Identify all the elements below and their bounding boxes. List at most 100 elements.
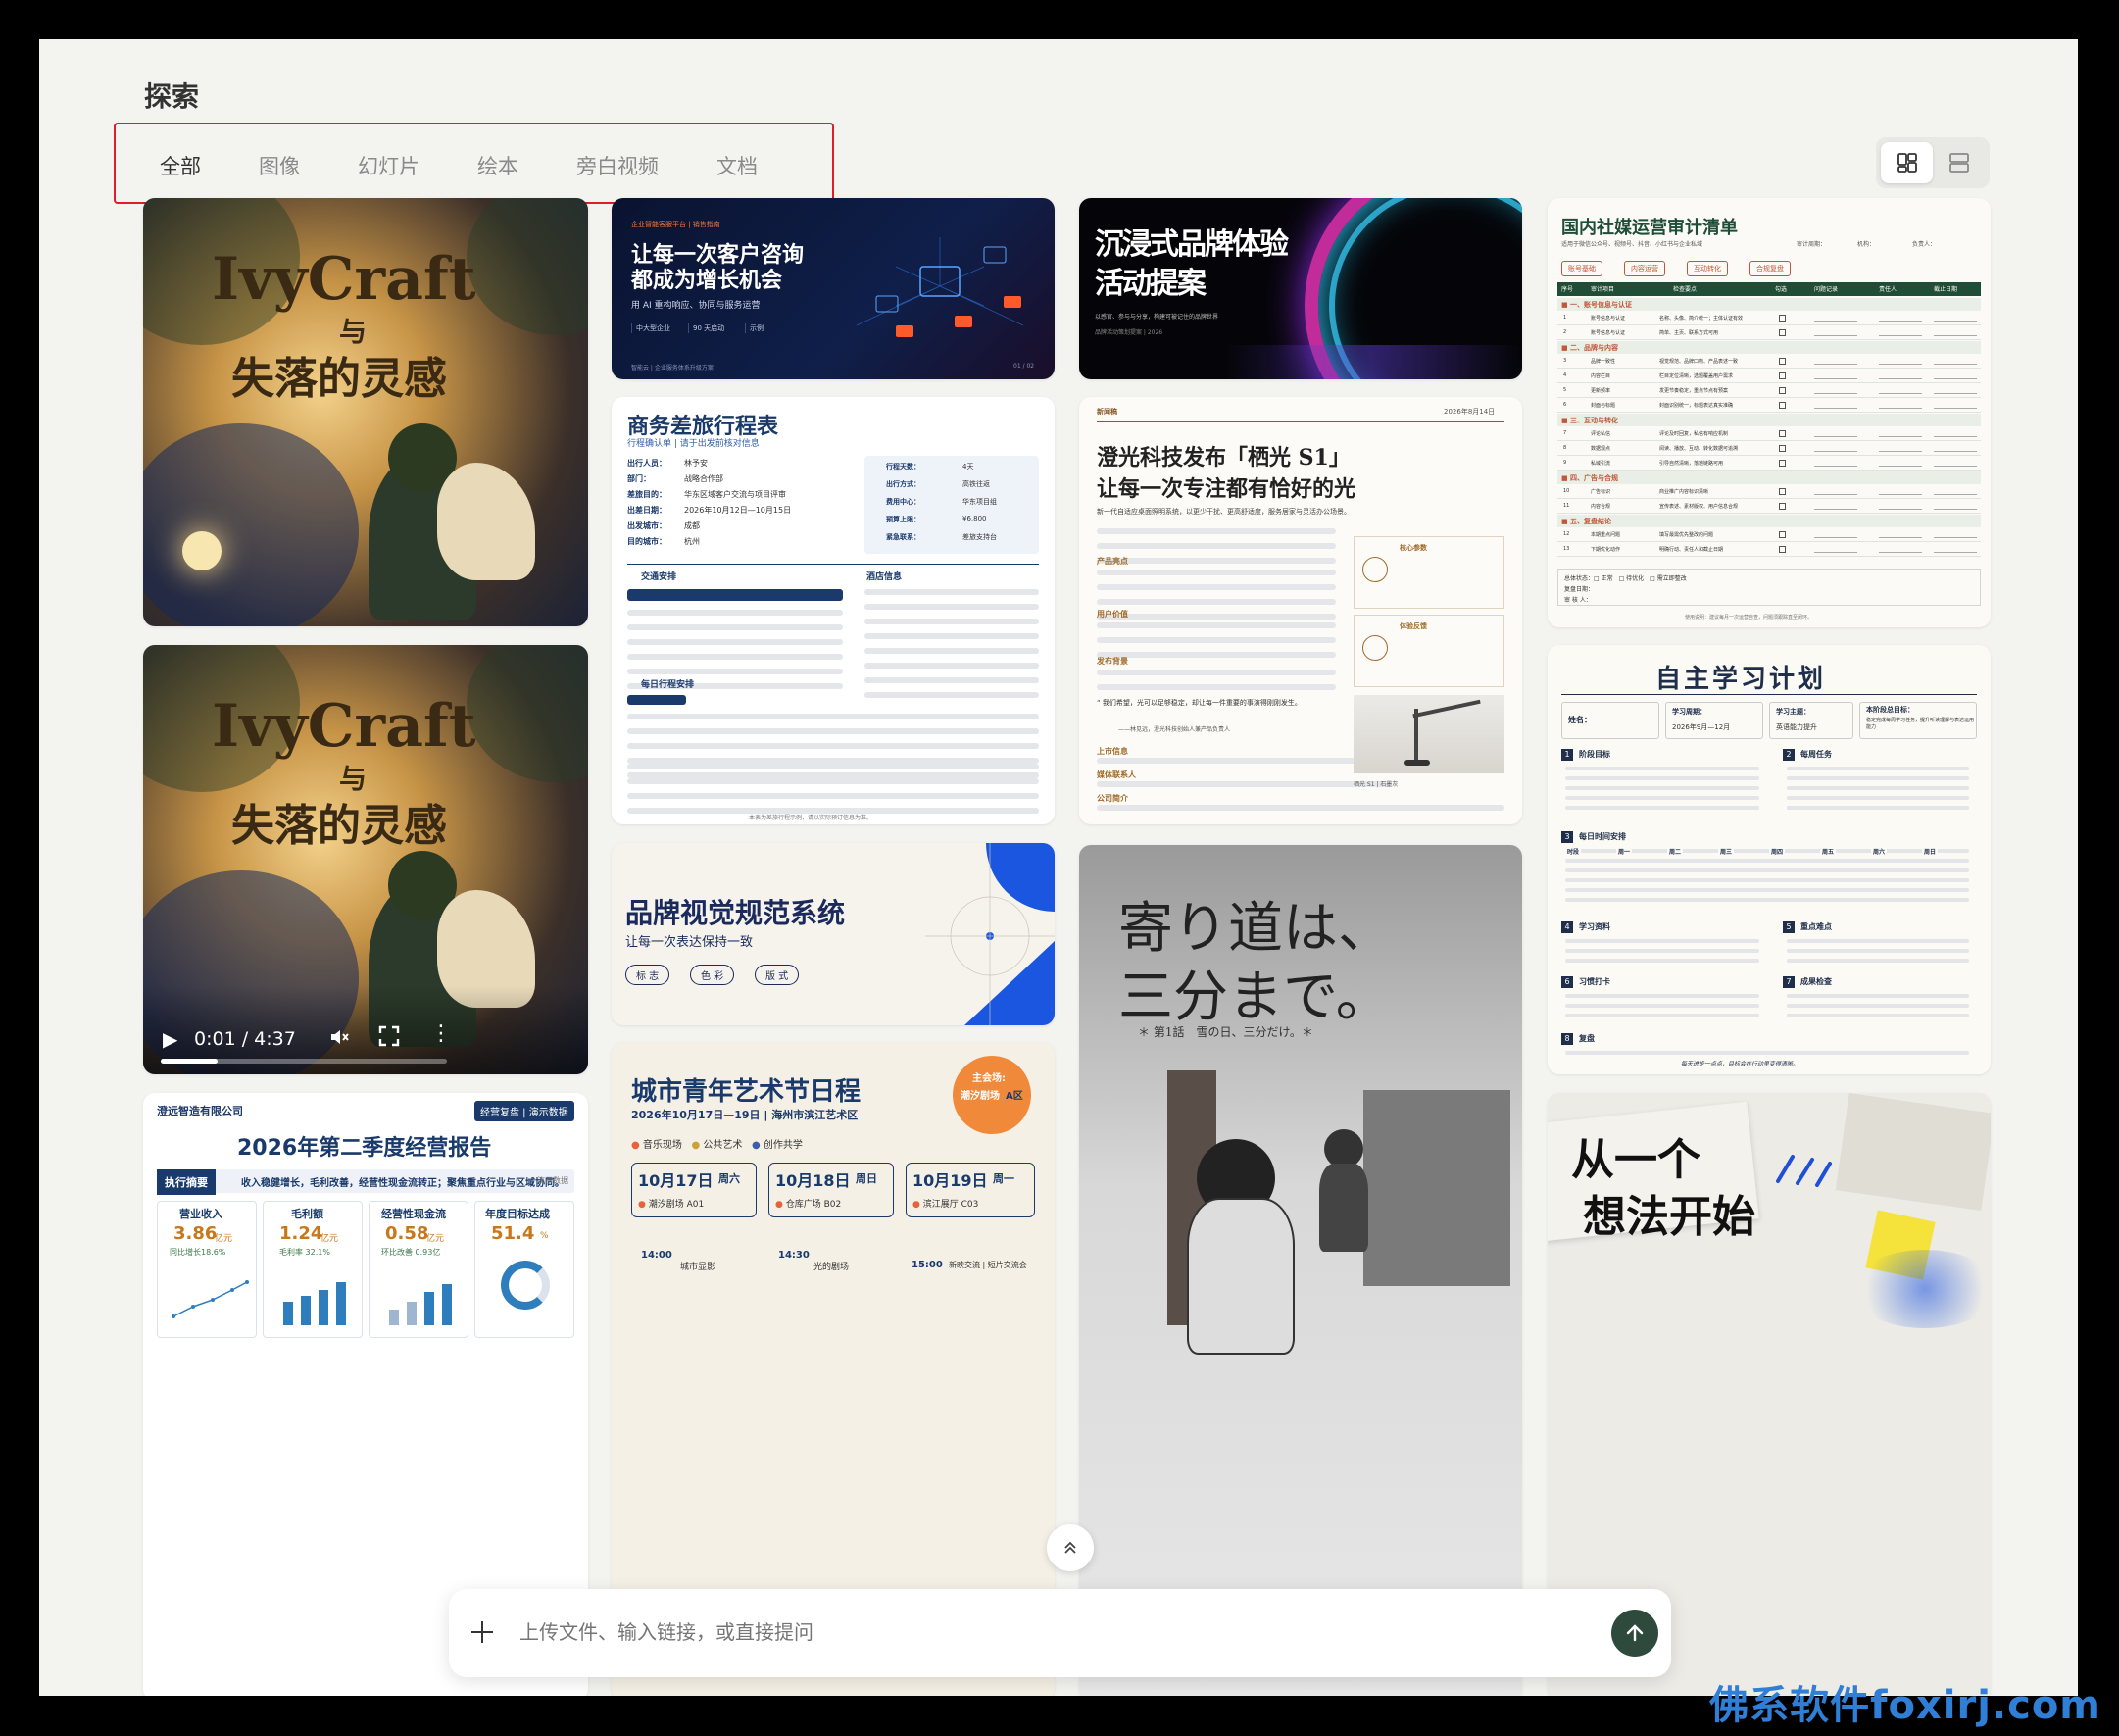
- kpi-value: 3.86: [173, 1223, 218, 1244]
- card-business-trip-itinerary[interactable]: 商务差旅行程表 行程确认单 | 请于出发前核对信息 出行人员： 林予安 部门： …: [612, 397, 1055, 824]
- kpi-line-chart: [172, 1280, 249, 1318]
- card-immersive-brand-event[interactable]: 沉浸式品牌体验 活动提案 以感官、参与与分享，构建可被记住的品牌世界 品牌活动策…: [1079, 198, 1522, 379]
- side-value: 华东项目组: [962, 498, 997, 506]
- audit-checkbox[interactable]: [1779, 460, 1786, 467]
- section-hotel: 酒店信息: [866, 572, 903, 582]
- fullscreen-icon[interactable]: [378, 1025, 400, 1051]
- audit-checkbox[interactable]: [1779, 488, 1786, 495]
- audit-cell: 11: [1563, 503, 1570, 509]
- audit-checkbox[interactable]: [1779, 315, 1786, 322]
- badge-text: 潮汐剧场: [961, 1091, 1000, 1102]
- audit-checkbox[interactable]: [1779, 329, 1786, 336]
- field-key: 目的城市：: [627, 537, 666, 546]
- audit-blank-line: [1879, 451, 1922, 452]
- news-body: [1097, 781, 1391, 796]
- plus-icon[interactable]: [468, 1618, 496, 1650]
- tab-picture-book[interactable]: 绘本: [477, 145, 518, 188]
- audit-cell: 4: [1563, 372, 1567, 378]
- study-section: 4 学习资料: [1561, 921, 1767, 967]
- audit-checkbox[interactable]: [1779, 372, 1786, 379]
- study-line: [1787, 959, 1969, 963]
- card-brand-vi-system[interactable]: 品牌视觉规范系统 让每一次表达保持一致 标 志 色 彩 版 式: [612, 843, 1055, 1025]
- audit-cell: 评论及时回复，私信有响应机制: [1659, 431, 1729, 437]
- study-section-title: 重点难点: [1800, 922, 1832, 931]
- audit-chip: 内容运营: [1624, 261, 1665, 276]
- feedback-box-title: 体验反馈: [1400, 622, 1427, 630]
- study-section-title: 成果检查: [1800, 977, 1832, 986]
- video-time: 0:01 / 4:37: [194, 1028, 296, 1050]
- audit-checkbox[interactable]: [1779, 531, 1786, 538]
- side-value: 差旅支持台: [962, 533, 997, 541]
- audit-group-header: ■ 二、品牌与内容: [1557, 341, 1981, 354]
- kpi-unit: 亿元: [426, 1234, 445, 1244]
- tab-image[interactable]: 图像: [259, 145, 300, 188]
- card-study-plan[interactable]: 自主学习计划 姓名： 学习周期： 2026年9月—12月 学习主题： 英语能力提升 …: [1548, 645, 1991, 1074]
- venue-badge: 主会场: 潮汐剧场 A区: [953, 1056, 1031, 1134]
- list-layout-icon[interactable]: [1933, 142, 1985, 183]
- audit-blank-line: [1814, 494, 1857, 495]
- study-section-title: 每日时间安排: [1579, 832, 1626, 841]
- audit-chip: 账号基础: [1561, 261, 1602, 276]
- masonry-grid-icon[interactable]: [1881, 142, 1933, 183]
- tab-all[interactable]: 全部: [160, 145, 201, 188]
- day-column: 10月19日 周一 ● 滨江展厅 C03: [906, 1163, 1035, 1217]
- kpi-label: 营业收入: [179, 1208, 222, 1220]
- card-press-release[interactable]: 新闻稿 2026年8月14日 澄光科技发布「栖光 S1」 让每一次专注都有恰好的…: [1079, 397, 1522, 824]
- slide-stat: 中大型企业: [631, 323, 670, 333]
- prompt-input[interactable]: [519, 1612, 1558, 1652]
- news-section: 上市信息: [1097, 747, 1128, 756]
- vi-chip: 色 彩: [690, 965, 735, 985]
- play-icon[interactable]: ▶: [163, 1027, 177, 1051]
- audit-cell: 2: [1563, 329, 1567, 335]
- news-quote: “ 我们希望，光可以足够稳定，却让每一件重要的事演得刚刚发生。: [1097, 699, 1302, 707]
- card-ivycraft-poster[interactable]: IvyCraft 与 失落的灵感: [143, 198, 588, 626]
- audit-checkbox[interactable]: [1779, 503, 1786, 510]
- audit-checkbox[interactable]: [1779, 402, 1786, 409]
- audit-checkbox[interactable]: [1779, 546, 1786, 553]
- tab-narrated-video[interactable]: 旁白视频: [576, 145, 659, 188]
- day-date: 10月18日: [775, 1171, 851, 1190]
- card-ivycraft-video[interactable]: IvyCraft 与 失落的灵感 ▶ 0:01 / 4:37 ⋮: [143, 645, 588, 1074]
- kpi-value: 51.4: [491, 1223, 535, 1244]
- side-key: 预算上限：: [886, 516, 920, 523]
- weekday-header: 周二: [1667, 847, 1684, 856]
- trip-summary-box: 行程天数： 4天 出行方式： 高铁往返 费用中心： 华东项目组 预算上限： ¥6…: [864, 456, 1039, 554]
- study-section-number: 1: [1561, 749, 1573, 761]
- card-ai-customer-service-slide[interactable]: 企业智能客服平台 | 销售指南 让每一次客户咨询 都成为增长机会 用 AI 重构…: [612, 198, 1055, 379]
- news-lead: 新一代自适应桌面照明系统，以更少干扰、更高舒适度，服务居家与灵活办公场景。: [1097, 508, 1351, 516]
- tab-document[interactable]: 文档: [716, 145, 758, 188]
- video-progress-track[interactable]: [161, 1059, 447, 1064]
- study-line: [1565, 776, 1759, 780]
- scroll-to-top-button[interactable]: [1047, 1524, 1094, 1571]
- audit-checkbox[interactable]: [1779, 430, 1786, 437]
- slide-headline-2: 都成为增长机会: [631, 269, 783, 293]
- mute-icon[interactable]: [327, 1025, 351, 1053]
- study-line: [1787, 767, 1969, 770]
- audit-cell: 更新频率: [1591, 388, 1611, 394]
- audit-blank-line: [1879, 321, 1922, 322]
- sun-icon: [1362, 557, 1388, 582]
- tab-slides[interactable]: 幻灯片: [358, 145, 419, 188]
- audit-checkbox[interactable]: [1779, 358, 1786, 365]
- more-options-icon[interactable]: ⋮: [430, 1021, 452, 1046]
- card-social-media-audit[interactable]: 国内社媒运营审计清单 适用于微信公众号、视频号、抖音、小红书与企业私域 审计周期…: [1548, 198, 1991, 627]
- study-field-key: 学习主题：: [1776, 708, 1810, 716]
- audit-row: 13 下期优化动作 明确行动、责任人和截止日期: [1557, 543, 1981, 557]
- send-button[interactable]: [1611, 1610, 1658, 1657]
- audit-checkbox[interactable]: [1779, 445, 1786, 452]
- study-line: [1565, 1004, 1759, 1008]
- audit-row: 11 内容合规 宣传表述、素材版权、用户信息合规: [1557, 500, 1981, 514]
- audit-cell: 发更节奏稳定，重点节点有预案: [1659, 388, 1729, 394]
- audit-column-header: 序号: [1561, 286, 1574, 293]
- section-transport: 交通安排: [641, 572, 677, 582]
- geometric-shapes: [925, 843, 1055, 1025]
- audit-checkbox[interactable]: [1779, 387, 1786, 394]
- audit-group-header: ■ 五、复盘结论: [1557, 515, 1981, 527]
- day-date: 10月19日: [912, 1171, 988, 1190]
- audit-blank-line: [1934, 552, 1977, 553]
- card-manga-cover[interactable]: 寄り道は、 三分まで。 ＊ 第1話 雪の日、三分だけ。＊: [1079, 845, 1522, 1696]
- day-weekday: 周日: [856, 1172, 877, 1185]
- audit-row: 9 私域引流 引导自然清晰，落地链路可用: [1557, 457, 1981, 471]
- chart-icon: [1362, 635, 1388, 661]
- field-key: 出发城市：: [627, 521, 666, 530]
